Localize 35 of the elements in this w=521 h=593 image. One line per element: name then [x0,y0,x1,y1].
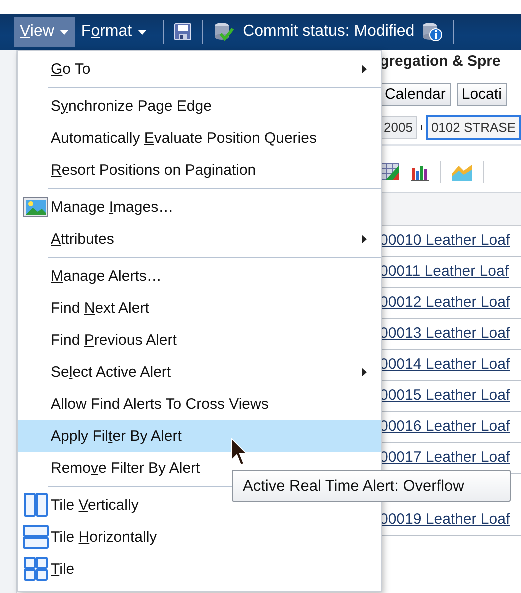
menu-item[interactable]: Find Previous Alert [18,324,381,356]
position-field[interactable]: 0102 STRASE [426,114,521,140]
tile-horizontal-icon [22,525,48,549]
menu-item[interactable]: Allow Find Alerts To Cross Views [18,388,381,420]
tile-vertical-icon [22,493,48,517]
menu-item[interactable]: Resort Positions on Pagination [18,154,381,186]
image-icon [22,196,48,218]
menu-item[interactable]: Tile [18,553,381,585]
menu-item[interactable]: Manage Alerts… [18,260,381,292]
grid-chart-icon [380,162,400,182]
dimension-button[interactable]: Locati [456,82,507,106]
menu-item[interactable]: Manage Images… [18,191,381,223]
pointer-cursor-icon [231,438,249,466]
tooltip: Active Real Time Alert: Overflow [232,470,511,502]
page-title: gregation & Spre [380,52,502,72]
menu-item[interactable]: Select Active Alert [18,356,381,388]
tile-grid-icon [24,557,48,581]
database-check-icon [213,22,236,42]
menu-item[interactable]: Automatically Evaluate Position Queries [18,122,381,154]
menu-item[interactable]: Synchronize Page Edge [18,90,381,122]
menu-button[interactable]: Format [75,17,154,47]
menu-item[interactable]: Apply Filter By Alert [18,420,381,452]
dimension-button[interactable]: Calendar [380,82,451,106]
caret-icon [60,30,70,34]
menu-item[interactable]: Attributes [18,223,381,255]
menu-item[interactable]: Go To [18,53,381,85]
database-info-icon [420,22,443,42]
menu-item[interactable]: Find Next Alert [18,292,381,324]
area-chart-icon [451,162,473,182]
save-icon [174,23,192,41]
position-field[interactable]: 2005 [380,116,417,138]
menu-button[interactable]: View [14,17,76,47]
caret-icon [138,30,148,34]
commit-status-label: Commit status: Modified [243,23,415,41]
menu-item[interactable]: Tile Horizontally [18,521,381,553]
